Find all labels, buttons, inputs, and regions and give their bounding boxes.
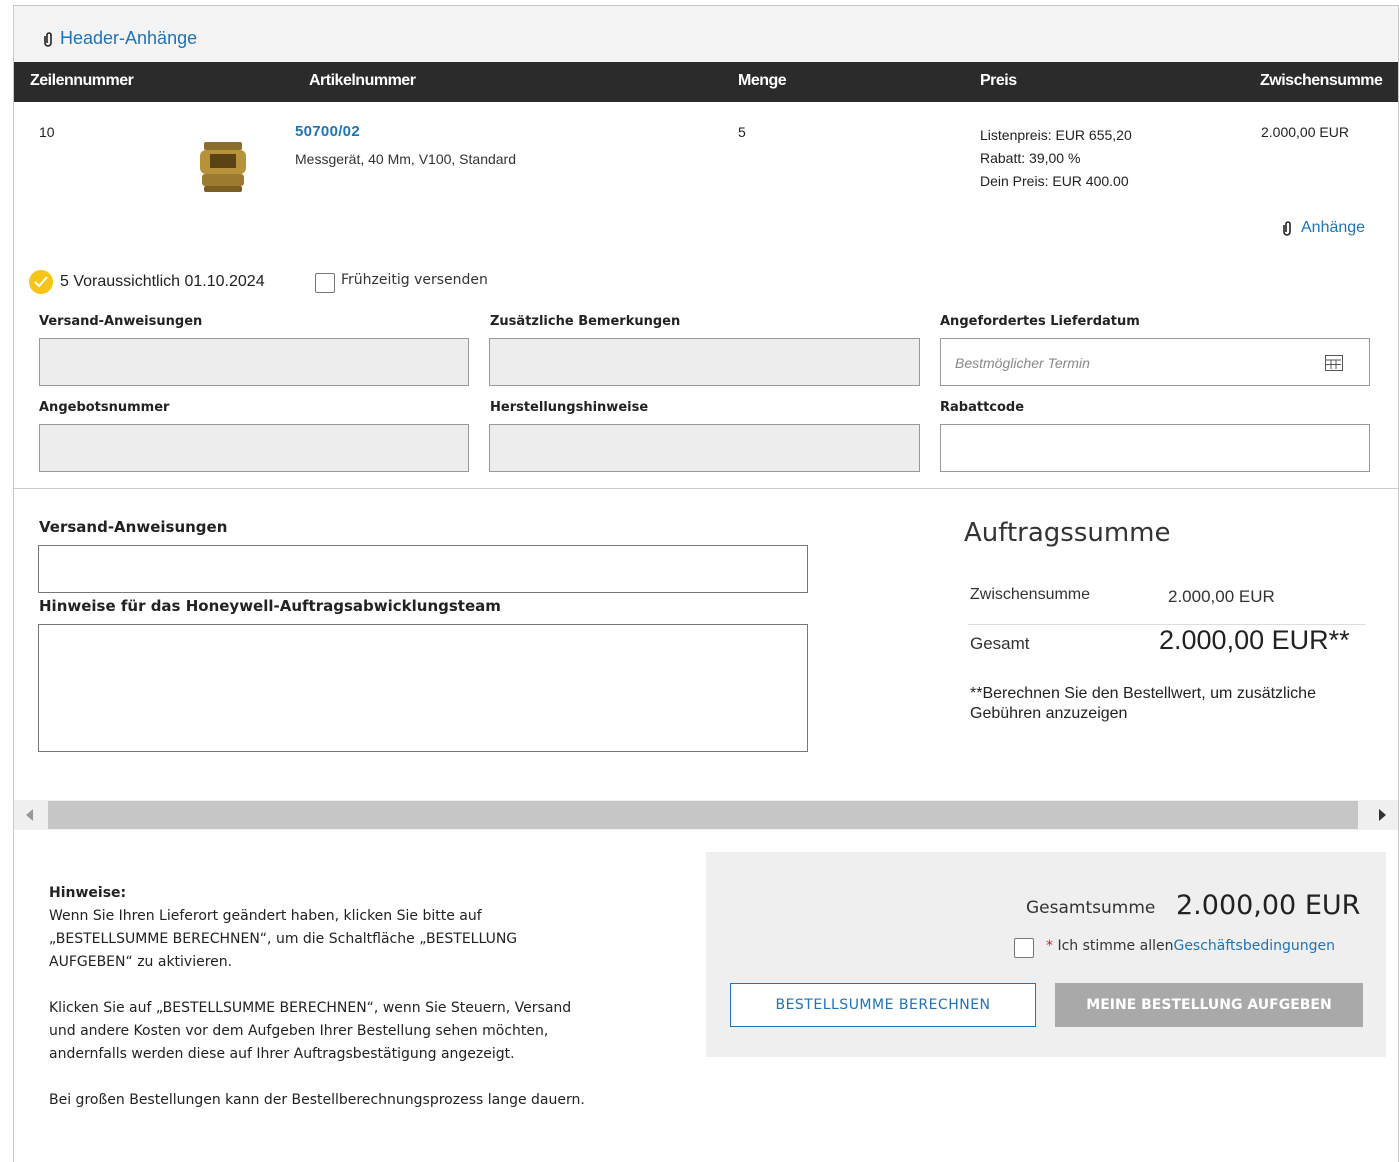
hints-paragraph-1: Wenn Sie Ihren Lieferort geändert haben,… <box>49 908 518 970</box>
terms-text: * Ich stimme allenGeschäftsbedingungen <box>1046 938 1335 954</box>
line-shipping-instructions-label: Versand-Anweisungen <box>39 314 203 329</box>
availability-text: 5 Voraussichtlich 01.10.2024 <box>60 273 265 290</box>
checkout-panel: Gesamtsumme 2.000,00 EUR * Ich stimme al… <box>706 852 1386 1057</box>
line-number: 10 <box>39 124 55 140</box>
paperclip-icon <box>44 31 52 47</box>
quote-number-input[interactable] <box>39 424 469 472</box>
header-attachments-bar: Header-Anhänge <box>14 6 1398 62</box>
order-shipping-instructions-label: Versand-Anweisungen <box>39 518 228 536</box>
line-subtotal: 2.000,00 EUR <box>1261 124 1349 140</box>
col-quantity: Menge <box>738 72 787 89</box>
header-attachments-link[interactable]: Header-Anhänge <box>44 28 197 49</box>
order-summary-title: Auftragssumme <box>964 518 1171 548</box>
list-price: Listenpreis: EUR 655,20 <box>980 127 1132 143</box>
manufacturing-notes-label: Herstellungshinweise <box>490 400 649 415</box>
part-number-link[interactable]: 50700/02 <box>295 123 360 140</box>
horizontal-scrollbar[interactable] <box>14 800 1398 830</box>
summary-total-value: 2.000,00 EUR** <box>1159 625 1350 655</box>
terms-agree-text: Ich stimme allen <box>1057 938 1174 954</box>
scroll-left-icon[interactable] <box>26 809 33 821</box>
calculate-total-button[interactable]: BESTELLSUMME BERECHNEN <box>730 983 1036 1027</box>
summary-subtotal-label: Zwischensumme <box>970 586 1091 603</box>
paperclip-icon <box>1283 221 1291 236</box>
required-star: * <box>1046 938 1053 954</box>
product-image <box>200 142 246 192</box>
terms-checkbox[interactable] <box>1014 938 1034 958</box>
table-header: Zeilennummer Artikelnummer Menge Preis Z… <box>14 62 1398 102</box>
summary-total-label: Gesamt <box>970 634 1030 653</box>
hints-paragraph-2: Klicken Sie auf „BESTELLSUMME BERECHNEN“… <box>49 1000 572 1062</box>
scroll-right-icon[interactable] <box>1379 809 1386 821</box>
additional-remarks-input[interactable] <box>489 338 920 386</box>
discount-code-label: Rabattcode <box>940 400 1025 415</box>
calendar-icon[interactable] <box>1325 355 1343 371</box>
delivery-date-placeholder: Bestmöglicher Termin <box>955 355 1090 371</box>
col-subtotal: Zwischensumme <box>1260 72 1383 89</box>
ship-early-checkbox[interactable] <box>315 273 335 293</box>
summary-subtotal-value: 2.000,00 EUR <box>1168 587 1275 606</box>
delivery-date-input[interactable]: Bestmöglicher Termin <box>940 338 1370 386</box>
line-shipping-instructions-input[interactable] <box>39 338 469 386</box>
quantity-value: 5 <box>738 124 746 140</box>
quote-number-label: Angebotsnummer <box>39 400 170 415</box>
section-divider <box>14 488 1398 489</box>
line-attachments-label: Anhänge <box>1301 219 1366 236</box>
hints-title: Hinweise: <box>49 885 127 901</box>
available-check-icon <box>29 270 53 294</box>
discount-code-input[interactable] <box>940 424 1370 472</box>
ship-early-label: Frühzeitig versenden <box>341 272 488 288</box>
grand-total-value: 2.000,00 EUR <box>1176 890 1361 921</box>
team-notes-textarea[interactable] <box>38 624 808 752</box>
terms-link[interactable]: Geschäftsbedingungen <box>1173 938 1335 954</box>
order-shipping-instructions-input[interactable] <box>38 545 808 593</box>
summary-note: **Berechnen Sie den Bestellwert, um zusä… <box>970 685 1316 722</box>
hints-block: Hinweise: Wenn Sie Ihren Lieferort geänd… <box>49 882 589 1135</box>
line-attachments-link[interactable]: Anhänge <box>1283 219 1365 237</box>
discount-value: Rabatt: 39,00 % <box>980 150 1081 166</box>
team-notes-label: Hinweise für das Honeywell-Auftragsabwic… <box>39 597 501 615</box>
place-order-button[interactable]: MEINE BESTELLUNG AUFGEBEN <box>1055 983 1363 1027</box>
col-part-number: Artikelnummer <box>309 72 416 89</box>
manufacturing-notes-input[interactable] <box>489 424 920 472</box>
grand-total-label: Gesamtsumme <box>1026 898 1156 918</box>
col-price: Preis <box>980 72 1017 89</box>
col-line-number: Zeilennummer <box>30 72 134 89</box>
requested-delivery-date-label: Angefordertes Lieferdatum <box>940 314 1140 329</box>
scrollbar-thumb[interactable] <box>48 801 1358 829</box>
hints-paragraph-3: Bei großen Bestellungen kann der Bestell… <box>49 1092 585 1108</box>
your-price: Dein Preis: EUR 400.00 <box>980 173 1129 189</box>
price-block: Listenpreis: EUR 655,20 Rabatt: 39,00 % … <box>980 124 1132 193</box>
header-attachments-label: Header-Anhänge <box>60 28 198 48</box>
additional-remarks-label: Zusätzliche Bemerkungen <box>490 314 681 329</box>
part-description: Messgerät, 40 Mm, V100, Standard <box>295 151 516 167</box>
